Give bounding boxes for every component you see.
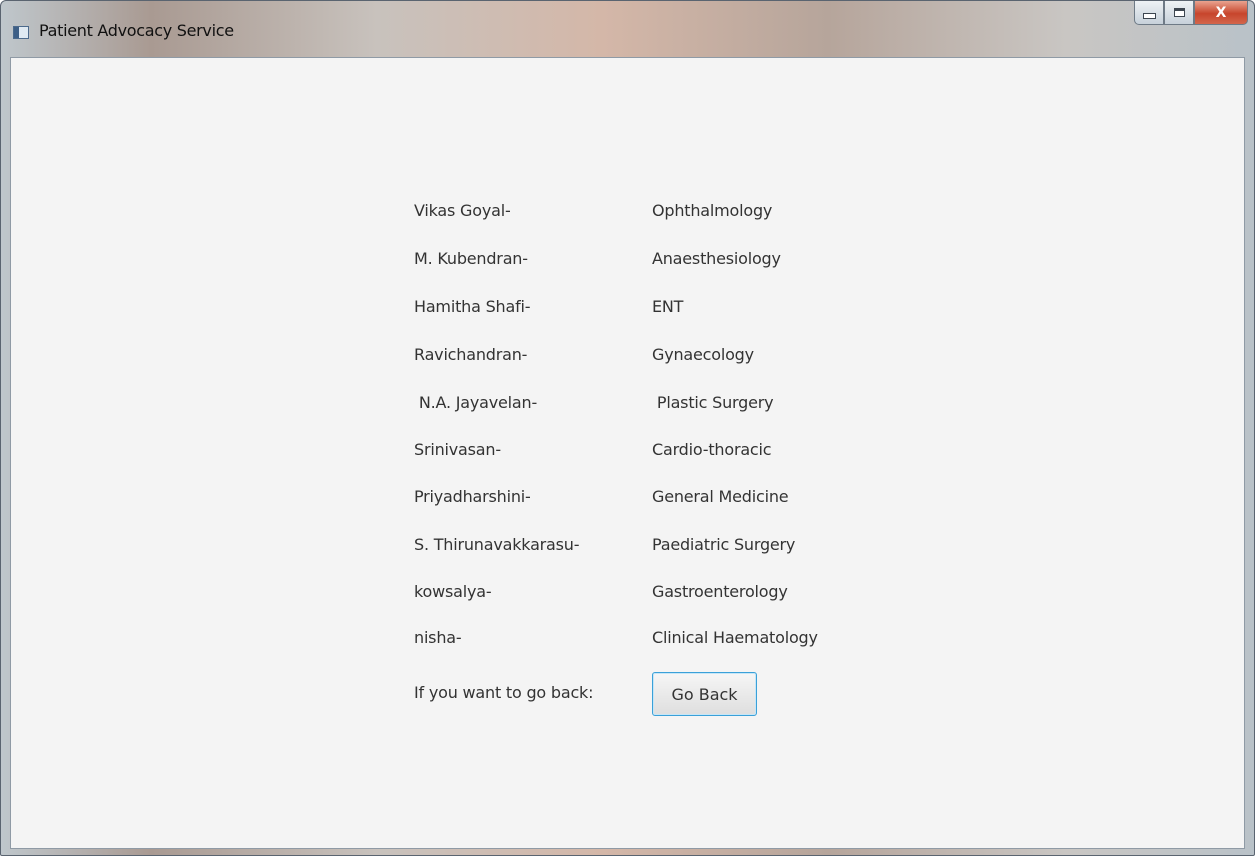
doctor-row: Vikas Goyal- Ophthalmology [11,201,1244,229]
doctor-row: Priyadharshini- General Medicine [11,487,1244,515]
doctor-name: N.A. Jayavelan- [414,393,538,412]
doctor-row: Srinivasan- Cardio-thoracic [11,440,1244,468]
window-title: Patient Advocacy Service [39,21,234,40]
maximize-button[interactable] [1164,1,1194,25]
doctor-name: Vikas Goyal- [414,201,511,220]
go-back-prompt: If you want to go back: [414,683,594,702]
doctor-name: nisha- [414,628,462,647]
close-button[interactable]: X [1194,1,1248,25]
title-bar[interactable]: Patient Advocacy Service X [1,1,1254,57]
doctor-row: M. Kubendran- Anaesthesiology [11,249,1244,277]
doctor-department: Gynaecology [652,345,754,364]
doctor-name: Priyadharshini- [414,487,531,506]
doctor-department: ENT [652,297,684,316]
doctor-name: M. Kubendran- [414,249,528,268]
doctor-name: Srinivasan- [414,440,501,459]
doctor-row: Hamitha Shafi- ENT [11,297,1244,325]
maximize-icon [1173,8,1185,17]
doctor-department: Clinical Haematology [652,628,818,647]
doctor-row: nisha- Clinical Haematology [11,628,1244,656]
minimize-button[interactable] [1134,1,1164,25]
doctor-row: S. Thirunavakkarasu- Paediatric Surgery [11,535,1244,563]
doctor-name: kowsalya- [414,582,492,601]
application-window: Patient Advocacy Service X Vikas Goyal- … [0,0,1255,856]
doctor-department: Plastic Surgery [652,393,774,412]
doctor-department: Cardio-thoracic [652,440,772,459]
doctor-department: Gastroenterology [652,582,788,601]
doctor-row: Ravichandran- Gynaecology [11,345,1244,373]
doctor-department: Paediatric Surgery [652,535,796,554]
minimize-icon [1142,12,1156,19]
app-icon [13,26,29,39]
doctor-name: Hamitha Shafi- [414,297,531,316]
doctor-row: kowsalya- Gastroenterology [11,582,1244,610]
close-icon: X [1215,4,1227,21]
caption-buttons: X [1134,1,1248,29]
doctor-name: S. Thirunavakkarasu- [414,535,580,554]
doctor-department: Anaesthesiology [652,249,781,268]
doctor-name: Ravichandran- [414,345,528,364]
content-pane: Vikas Goyal- Ophthalmology M. Kubendran-… [10,57,1245,849]
doctor-row: N.A. Jayavelan- Plastic Surgery [11,393,1244,421]
go-back-button[interactable]: Go Back [652,672,757,716]
doctor-department: Ophthalmology [652,201,773,220]
doctor-department: General Medicine [652,487,789,506]
